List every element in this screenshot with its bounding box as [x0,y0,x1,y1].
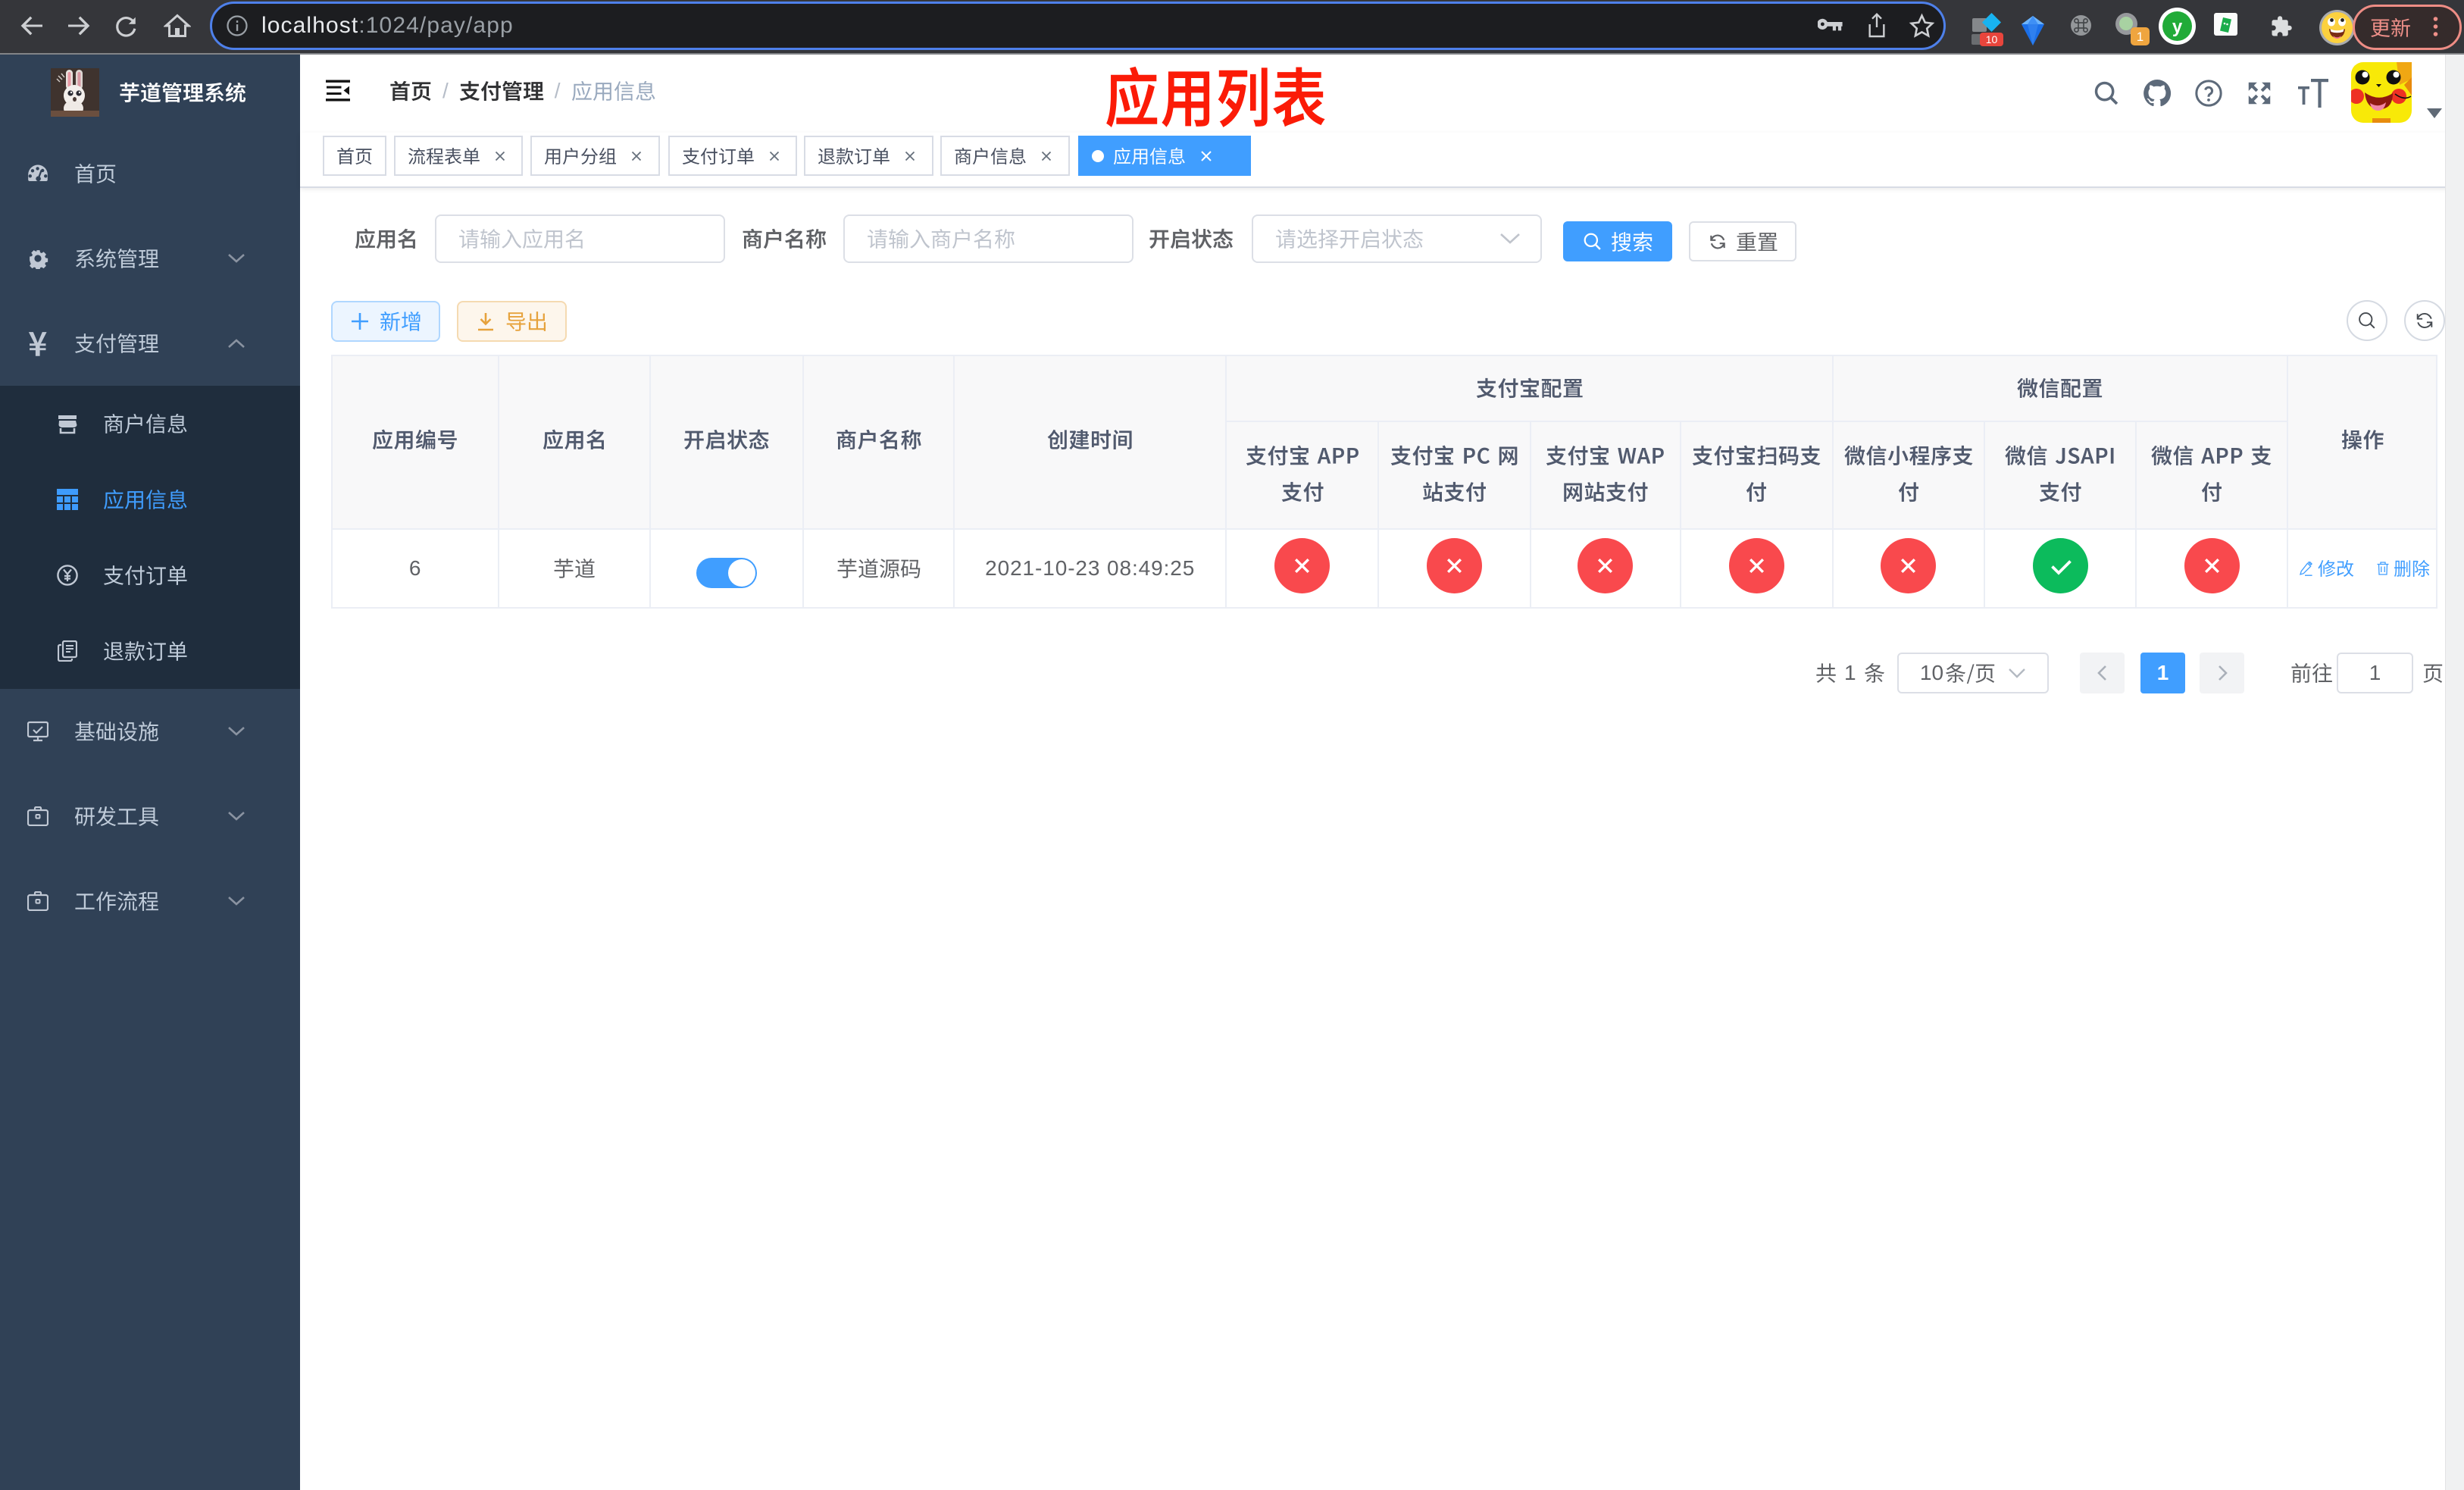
svg-text:10: 10 [1986,33,1998,45]
svg-text:1: 1 [2137,30,2143,44]
svg-text:y: y [2172,17,2183,37]
